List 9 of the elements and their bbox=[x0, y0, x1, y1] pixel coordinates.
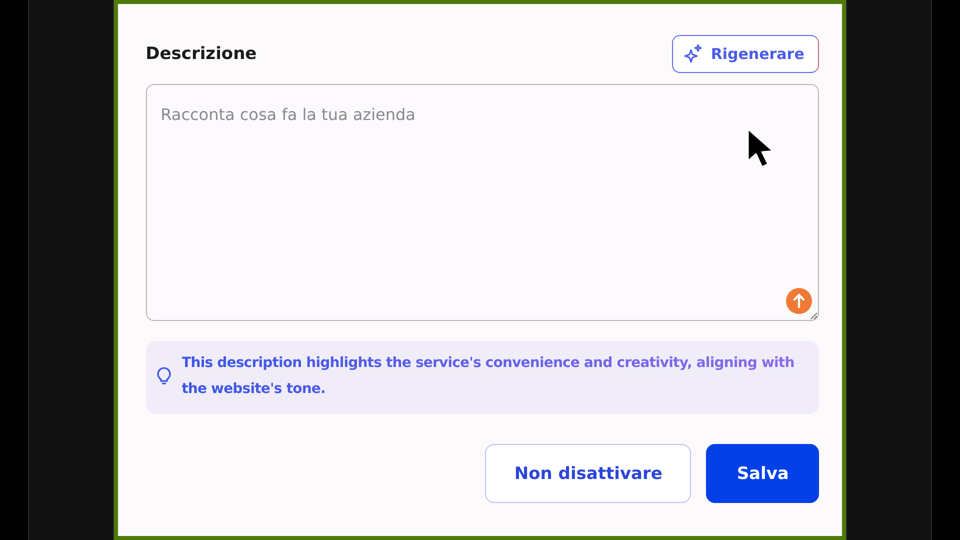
section-heading: Descrizione bbox=[146, 44, 257, 64]
lightbulb-icon bbox=[156, 367, 172, 385]
regenerate-button[interactable]: Rigenerare bbox=[672, 35, 820, 73]
description-field[interactable]: Racconta cosa fa la tua azienda bbox=[146, 84, 820, 321]
save-button[interactable]: Salva bbox=[706, 444, 820, 503]
upload-icon bbox=[786, 288, 812, 314]
sparkle-icon bbox=[682, 44, 703, 64]
resize-grip-icon[interactable] bbox=[810, 312, 818, 320]
cancel-button[interactable]: Non disattivare bbox=[485, 444, 692, 503]
